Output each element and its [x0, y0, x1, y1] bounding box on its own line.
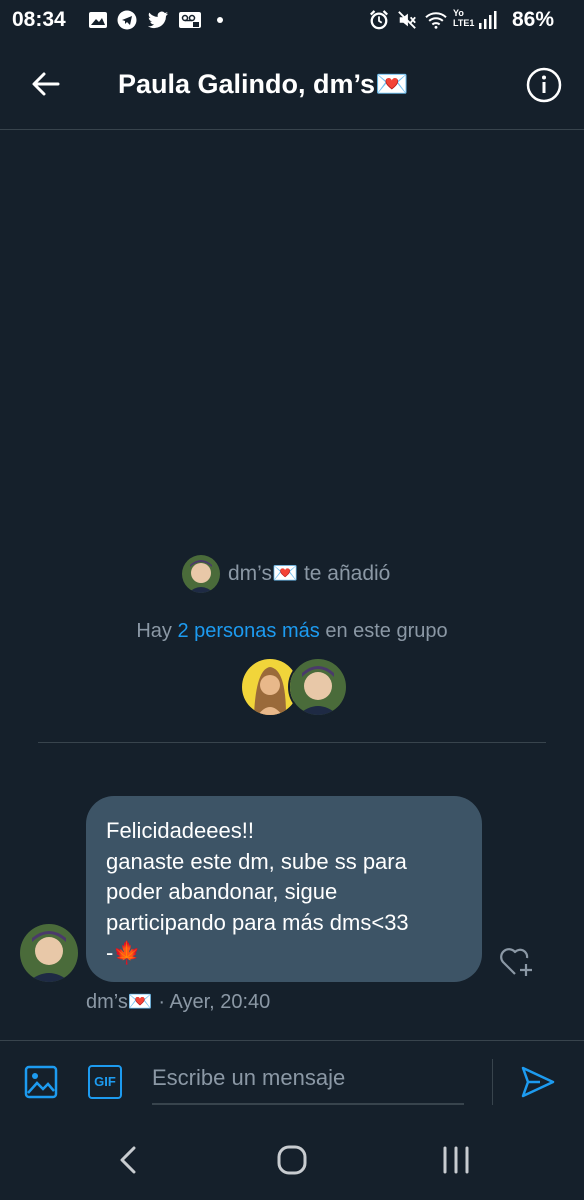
- message-bubble[interactable]: Felicidadeees!! ganaste este dm, sube ss…: [86, 796, 482, 982]
- info-icon[interactable]: [526, 67, 562, 103]
- meta-separator: ·: [158, 991, 166, 1013]
- image-icon: [89, 12, 107, 28]
- divider: [38, 742, 546, 743]
- group-member-avatars[interactable]: [240, 657, 350, 717]
- heart-plus-icon[interactable]: [498, 944, 536, 980]
- message-meta: dm’s💌 · Ayer, 20:40: [86, 989, 270, 1014]
- composer-separator: [492, 1059, 493, 1105]
- group-info: Hay 2 personas más en este grupo: [0, 620, 584, 643]
- group-info-prefix: Hay: [136, 620, 178, 642]
- avatar: [288, 657, 348, 717]
- mute-icon: [398, 11, 416, 29]
- nav-back-icon[interactable]: [116, 1144, 140, 1176]
- message-timestamp: Ayer, 20:40: [169, 991, 271, 1013]
- twitter-icon: [147, 11, 169, 29]
- battery-level: 86%: [511, 8, 554, 31]
- status-bar: 08:34 Yo LTE1 86%: [0, 0, 584, 40]
- message-input[interactable]: Escribe un mensaje: [152, 1061, 464, 1105]
- lte-indicator: Yo LTE1: [453, 8, 475, 28]
- member-avatar-image: [290, 659, 346, 715]
- nav-home-icon[interactable]: [276, 1144, 308, 1176]
- added-notice-text: te añadió: [303, 562, 391, 585]
- user-avatar-image: [182, 555, 220, 593]
- gif-label: GIF: [94, 1074, 116, 1089]
- image-icon[interactable]: [24, 1065, 58, 1099]
- wifi-icon: [425, 12, 447, 29]
- gif-button[interactable]: GIF: [88, 1065, 122, 1099]
- status-time: 08:34: [12, 8, 66, 31]
- message-composer: GIF Escribe un mensaje: [0, 1040, 584, 1121]
- notification-dot-icon: [217, 17, 223, 23]
- added-by-user[interactable]: dm’s💌: [228, 562, 298, 585]
- sender-avatar-image: [20, 924, 78, 982]
- arrow-left-icon[interactable]: [28, 66, 64, 102]
- nav-recents-icon[interactable]: [440, 1145, 472, 1175]
- avatar[interactable]: [182, 555, 220, 593]
- message-input-placeholder: Escribe un mensaje: [152, 1065, 346, 1090]
- signal-icon: [479, 11, 497, 29]
- conversation-title[interactable]: Paula Galindo, dm’s💌: [118, 68, 409, 100]
- message-text: Felicidadeees!! ganaste este dm, sube ss…: [106, 818, 409, 965]
- voicemail-icon: [179, 12, 201, 28]
- message-sender: dm’s💌: [86, 991, 153, 1013]
- conversation-header: Paula Galindo, dm’s💌: [0, 40, 584, 130]
- group-members-link[interactable]: 2 personas más: [177, 620, 319, 642]
- member-added-notice: dm’s💌 te añadió: [0, 555, 584, 595]
- telegram-icon: [117, 10, 137, 30]
- send-icon[interactable]: [520, 1065, 556, 1099]
- system-nav-bar: [0, 1120, 584, 1200]
- avatar[interactable]: [20, 924, 78, 982]
- group-info-suffix: en este grupo: [319, 620, 448, 642]
- alarm-icon: [370, 10, 388, 30]
